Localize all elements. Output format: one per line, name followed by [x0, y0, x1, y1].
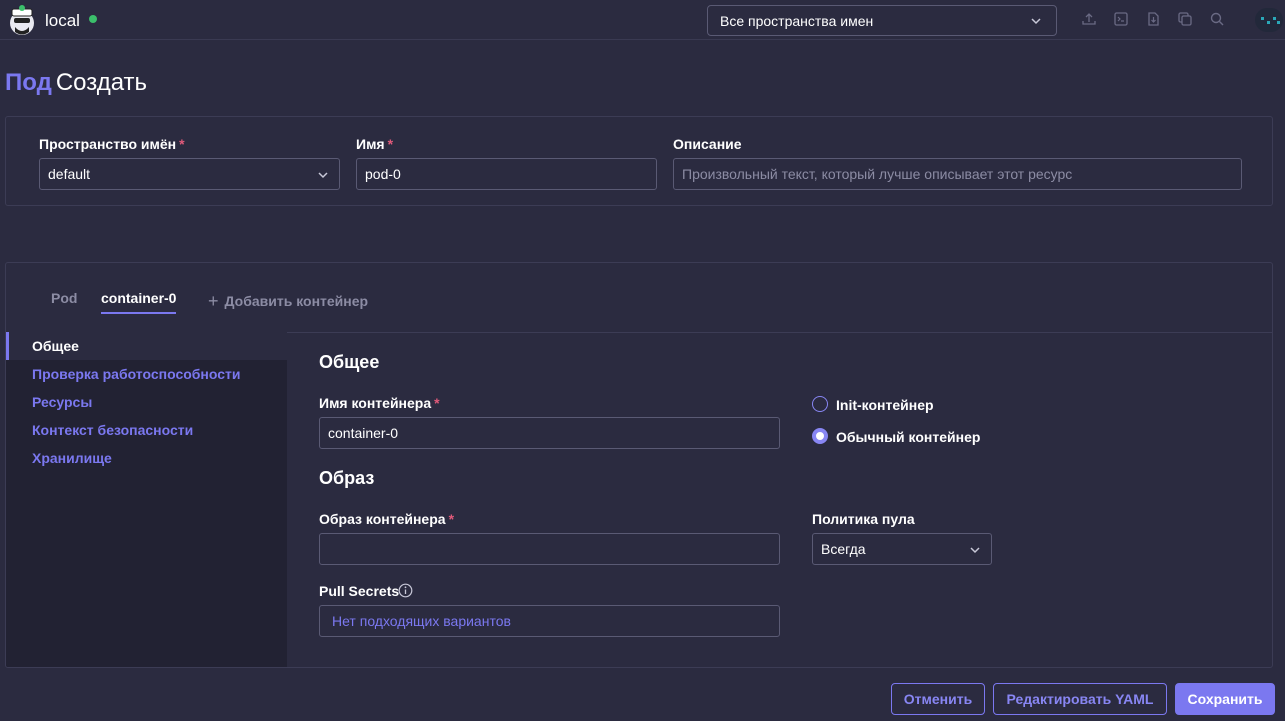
cluster-logo-icon[interactable]	[6, 3, 38, 37]
top-header: local Все пространства имен	[0, 0, 1285, 40]
required-mark: *	[434, 395, 440, 411]
download-file-icon[interactable]	[1145, 11, 1161, 27]
user-avatar-icon[interactable]	[1255, 8, 1283, 32]
cluster-status-dot	[89, 15, 97, 23]
radio-regular-container[interactable]	[812, 428, 828, 444]
container-name-input[interactable]: container-0	[319, 417, 780, 449]
image-section-title: Образ	[319, 468, 375, 488]
cancel-button[interactable]: Отменить	[891, 683, 985, 715]
sidebar-item-security-context[interactable]: Контекст безопасности	[32, 422, 193, 438]
required-mark: *	[448, 511, 455, 527]
pull-secrets-select[interactable]: Нет подходящих вариантов	[319, 605, 780, 637]
add-container-button[interactable]: + Добавить контейнер	[208, 290, 368, 311]
sidebar-item-health-check[interactable]: Проверка работоспособности	[32, 366, 241, 382]
plus-icon: +	[208, 291, 219, 311]
search-icon[interactable]	[1209, 11, 1225, 27]
required-mark: *	[387, 136, 394, 152]
sidebar-item-storage[interactable]: Хранилище	[32, 450, 112, 466]
name-input[interactable]: pod-0	[356, 158, 657, 190]
container-image-label: Образ контейнера *	[319, 511, 455, 527]
info-icon[interactable]	[398, 583, 413, 598]
radio-regular-container-label[interactable]: Обычный контейнер	[836, 429, 980, 445]
pull-secrets-empty-text: Нет подходящих вариантов	[332, 613, 511, 629]
cluster-name[interactable]: local	[45, 11, 80, 31]
copy-icon[interactable]	[1177, 11, 1193, 27]
pull-policy-value: Всегда	[821, 541, 866, 557]
tab-container-0[interactable]: container-0	[101, 290, 177, 314]
container-editor-panel: Pod container-0 + Добавить контейнер Обще…	[5, 262, 1273, 668]
namespace-label: Пространство имён *	[39, 136, 185, 152]
chevron-down-icon	[970, 547, 980, 554]
general-section-title: Общее	[319, 352, 380, 372]
page-title: Под Создать	[5, 69, 147, 97]
required-mark: *	[179, 136, 185, 152]
page-action: Создать	[55, 69, 148, 96]
namespace-filter-value: Все пространства имен	[720, 13, 874, 29]
resource-type-link[interactable]: Под	[5, 69, 52, 96]
pull-policy-label: Политика пула	[812, 511, 915, 527]
description-input[interactable]: Произвольный текст, который лучше описыв…	[673, 158, 1242, 190]
chevron-down-icon	[318, 172, 328, 179]
edit-yaml-button[interactable]: Редактировать YAML	[993, 683, 1167, 715]
chevron-down-icon	[1031, 18, 1041, 25]
pull-policy-select[interactable]: Всегда	[812, 533, 992, 565]
upload-icon[interactable]	[1081, 11, 1097, 27]
terminal-icon[interactable]	[1113, 11, 1129, 27]
tab-pod[interactable]: Pod	[51, 290, 77, 306]
metadata-panel: Пространство имён * default Имя * pod-0 Оп…	[5, 116, 1273, 206]
save-button[interactable]: Сохранить	[1175, 683, 1275, 715]
description-label: Описание	[673, 136, 742, 152]
container-name-label: Имя контейнера *	[319, 395, 440, 411]
name-label: Имя *	[356, 136, 394, 152]
namespace-filter-select[interactable]: Все пространства имен	[707, 5, 1057, 36]
sidebar-item-general[interactable]: Общее	[32, 338, 79, 354]
pull-secrets-label: Pull Secrets	[319, 583, 400, 599]
section-sidebar: Общее Проверка работоспособности Ресурсы…	[6, 332, 287, 667]
radio-init-container-label[interactable]: Init-контейнер	[836, 397, 934, 413]
namespace-value: default	[48, 166, 91, 182]
namespace-select[interactable]: default	[39, 158, 340, 190]
container-image-input[interactable]	[319, 533, 780, 565]
radio-init-container[interactable]	[812, 396, 828, 412]
sidebar-item-resources[interactable]: Ресурсы	[32, 394, 92, 410]
